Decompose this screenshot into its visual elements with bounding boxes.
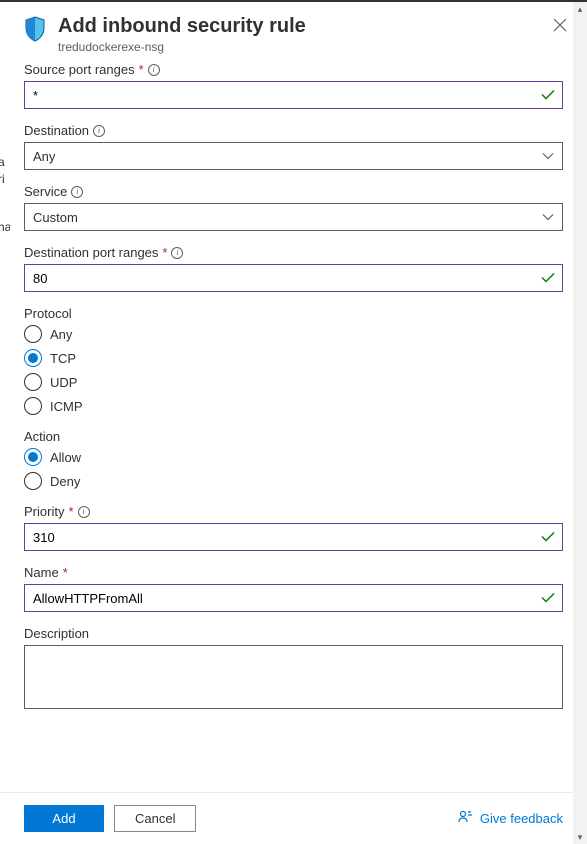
required-asterisk: * xyxy=(68,504,73,519)
info-icon[interactable]: i xyxy=(71,186,83,198)
add-button[interactable]: Add xyxy=(24,805,104,832)
radio-icon xyxy=(24,325,42,343)
action-radio-group: Allow Deny xyxy=(24,448,563,490)
name-label: Name * xyxy=(24,565,563,580)
protocol-radio-group: Any TCP UDP ICMP xyxy=(24,325,563,415)
radio-icon xyxy=(24,349,42,367)
required-asterisk: * xyxy=(162,245,167,260)
info-icon[interactable]: i xyxy=(78,506,90,518)
required-asterisk: * xyxy=(63,565,68,580)
scroll-up-arrow[interactable]: ▴ xyxy=(573,2,587,16)
destination-label: Destination i xyxy=(24,123,563,138)
source-port-ranges-input[interactable] xyxy=(24,81,563,109)
action-option-deny[interactable]: Deny xyxy=(24,472,563,490)
cancel-button[interactable]: Cancel xyxy=(114,805,196,832)
source-port-ranges-label: Source port ranges * i xyxy=(24,62,563,77)
form-content: Source port ranges * i Destination i Any xyxy=(0,62,587,792)
shield-icon xyxy=(24,16,46,45)
destination-port-ranges-label: Destination port ranges * i xyxy=(24,245,563,260)
scrollbar[interactable]: ▴ ▾ xyxy=(573,2,587,844)
required-asterisk: * xyxy=(139,62,144,77)
action-label: Action xyxy=(24,429,563,444)
radio-icon xyxy=(24,472,42,490)
protocol-option-udp[interactable]: UDP xyxy=(24,373,563,391)
close-button[interactable] xyxy=(549,14,571,40)
feedback-icon xyxy=(458,809,474,828)
radio-icon xyxy=(24,448,42,466)
destination-port-ranges-input[interactable] xyxy=(24,264,563,292)
name-input[interactable] xyxy=(24,584,563,612)
description-label: Description xyxy=(24,626,563,641)
action-option-allow[interactable]: Allow xyxy=(24,448,563,466)
destination-select[interactable]: Any xyxy=(24,142,563,170)
panel-footer: Add Cancel Give feedback xyxy=(0,792,587,844)
priority-label: Priority * i xyxy=(24,504,563,519)
service-label: Service i xyxy=(24,184,563,199)
chevron-down-icon xyxy=(542,210,554,225)
scroll-down-arrow[interactable]: ▾ xyxy=(573,830,587,844)
give-feedback-link[interactable]: Give feedback xyxy=(458,809,563,828)
info-icon[interactable]: i xyxy=(148,64,160,76)
description-textarea[interactable] xyxy=(24,645,563,709)
panel-subtitle: tredudockerexe-nsg xyxy=(58,40,537,54)
panel-title: Add inbound security rule xyxy=(58,14,537,38)
info-icon[interactable]: i xyxy=(171,247,183,259)
protocol-option-any[interactable]: Any xyxy=(24,325,563,343)
priority-input[interactable] xyxy=(24,523,563,551)
radio-icon xyxy=(24,373,42,391)
protocol-option-icmp[interactable]: ICMP xyxy=(24,397,563,415)
service-select[interactable]: Custom xyxy=(24,203,563,231)
radio-icon xyxy=(24,397,42,415)
chevron-down-icon xyxy=(542,149,554,164)
panel-header: Add inbound security rule tredudockerexe… xyxy=(0,2,587,62)
protocol-label: Protocol xyxy=(24,306,563,321)
protocol-option-tcp[interactable]: TCP xyxy=(24,349,563,367)
info-icon[interactable]: i xyxy=(93,125,105,137)
close-icon xyxy=(553,19,567,36)
